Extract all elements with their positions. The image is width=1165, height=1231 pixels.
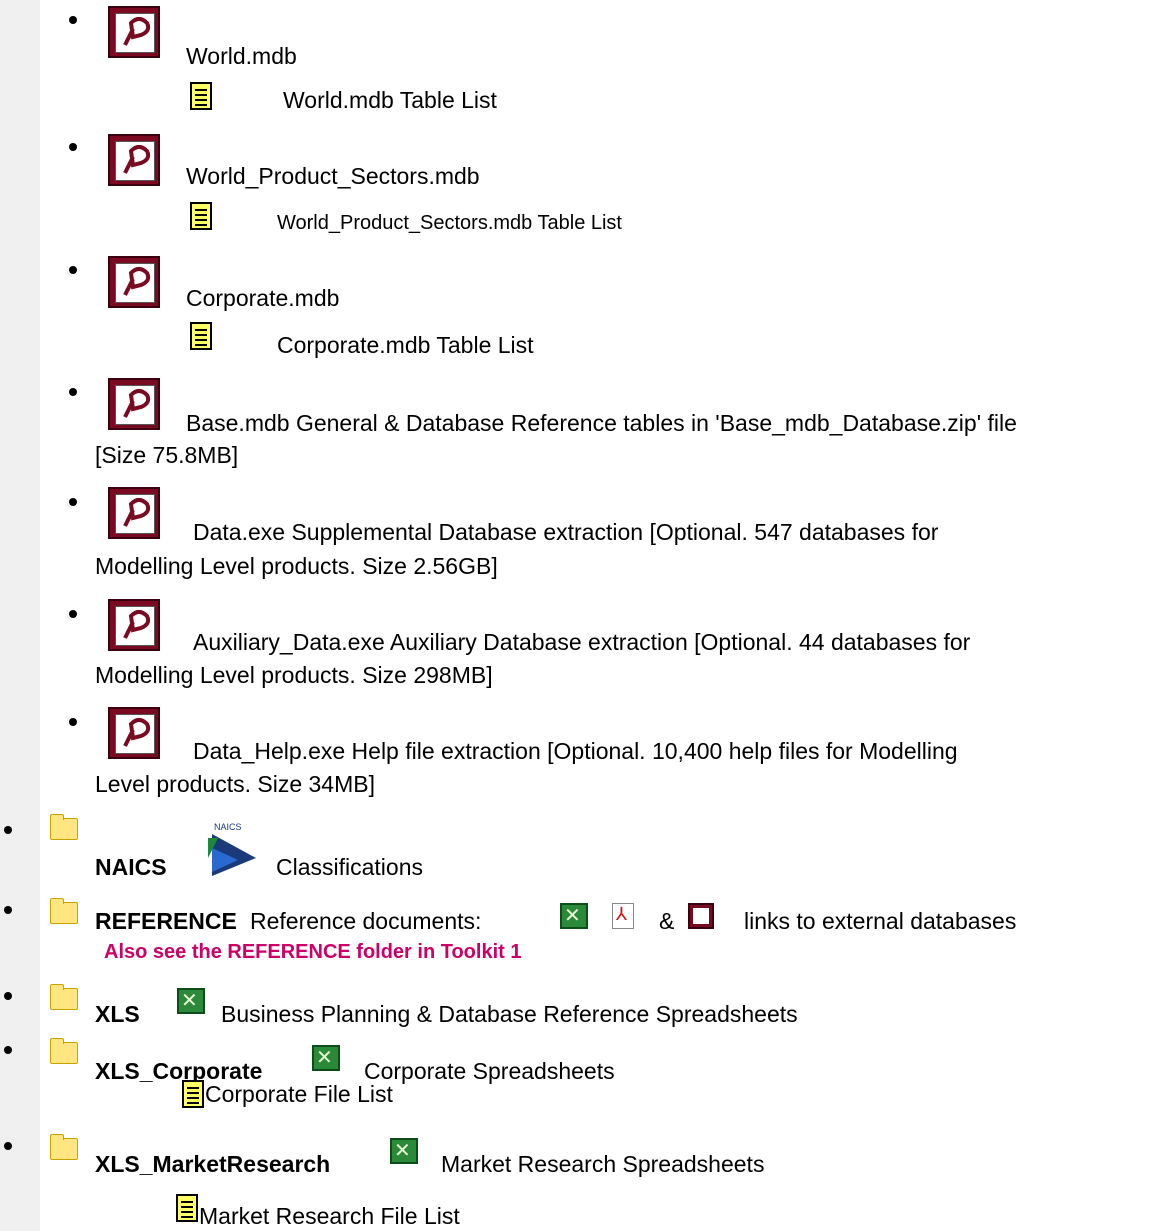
excel-icon — [560, 903, 588, 929]
auxiliary-exe-size: Modelling Level products. Size 298MB] — [95, 662, 493, 688]
excel-icon — [390, 1138, 418, 1164]
folder-icon[interactable] — [50, 984, 78, 1010]
text-file-icon — [190, 322, 212, 350]
bullet — [69, 718, 77, 726]
data-help-exe-size: Level products. Size 34MB] — [95, 771, 375, 797]
reference-description: Reference documents: — [250, 908, 482, 934]
svg-text:NAICS: NAICS — [214, 822, 242, 832]
xls-corporate-description: Corporate Spreadsheets — [364, 1058, 615, 1084]
data-exe-size: Modelling Level products. Size 2.56GB] — [95, 553, 498, 579]
bullet — [4, 826, 12, 834]
bullet — [69, 266, 77, 274]
bullet — [4, 992, 12, 1000]
world-ps-table-list-link[interactable]: World_Product_Sectors.mdb Table List — [277, 211, 622, 235]
bullet — [69, 610, 77, 618]
bullet — [4, 1046, 12, 1054]
reference-note: Also see the REFERENCE folder in Toolkit… — [104, 941, 522, 963]
world-ps-mdb-link[interactable]: World_Product_Sectors.mdb — [186, 162, 480, 190]
xls-marketresearch-folder-link[interactable]: XLS_MarketResearch — [95, 1150, 330, 1178]
corporate-table-list-link[interactable]: Corporate.mdb Table List — [277, 331, 534, 359]
access-database-icon[interactable] — [108, 6, 160, 58]
bullet — [69, 143, 77, 151]
reference-description-2: links to external databases — [744, 908, 1017, 934]
naics-folder-link[interactable]: NAICS — [95, 853, 167, 881]
xls-description: Business Planning & Database Reference S… — [221, 1001, 798, 1027]
ampersand: & — [659, 908, 675, 934]
naics-logo-icon: NAICS — [208, 822, 256, 876]
auxiliary-exe-link[interactable]: Auxiliary_Data.exe Auxiliary Database ex… — [193, 628, 970, 656]
market-research-file-list-link[interactable]: Market Research File List — [199, 1202, 460, 1230]
folder-icon[interactable] — [50, 1038, 78, 1064]
xls-marketresearch-description: Market Research Spreadsheets — [441, 1151, 765, 1177]
access-icon — [688, 903, 714, 929]
data-help-exe-link[interactable]: Data_Help.exe Help file extraction [Opti… — [193, 737, 958, 765]
folder-icon[interactable] — [50, 814, 78, 840]
bullet — [69, 388, 77, 396]
excel-icon — [312, 1045, 340, 1071]
bullet — [4, 906, 12, 914]
text-file-icon — [182, 1080, 204, 1108]
folder-icon[interactable] — [50, 898, 78, 924]
corporate-mdb-link[interactable]: Corporate.mdb — [186, 284, 339, 312]
text-file-icon — [190, 202, 212, 230]
pdf-icon — [612, 903, 634, 929]
folder-icon[interactable] — [50, 1134, 78, 1160]
access-database-icon[interactable] — [108, 487, 160, 539]
bullet — [69, 498, 77, 506]
xls-folder-link[interactable]: XLS — [95, 1000, 140, 1028]
bullet — [4, 1142, 12, 1150]
base-mdb-size: [Size 75.8MB] — [95, 442, 239, 468]
world-table-list-link[interactable]: World.mdb Table List — [283, 86, 497, 114]
reference-folder-link[interactable]: REFERENCE — [95, 907, 237, 935]
text-file-icon — [176, 1194, 198, 1222]
data-exe-link[interactable]: Data.exe Supplemental Database extractio… — [193, 518, 938, 546]
access-database-icon[interactable] — [108, 378, 160, 430]
access-database-icon[interactable] — [108, 256, 160, 308]
corporate-file-list-link[interactable]: Corporate File List — [205, 1080, 393, 1108]
world-mdb-link[interactable]: World.mdb — [186, 42, 297, 70]
text-file-icon — [190, 82, 212, 110]
access-database-icon[interactable] — [108, 707, 160, 759]
naics-description: Classifications — [276, 854, 423, 880]
bullet — [69, 16, 77, 24]
access-database-icon[interactable] — [108, 599, 160, 651]
base-mdb-link[interactable]: Base.mdb General & Database Reference ta… — [186, 409, 1017, 437]
access-database-icon[interactable] — [108, 134, 160, 186]
excel-icon — [177, 988, 205, 1014]
